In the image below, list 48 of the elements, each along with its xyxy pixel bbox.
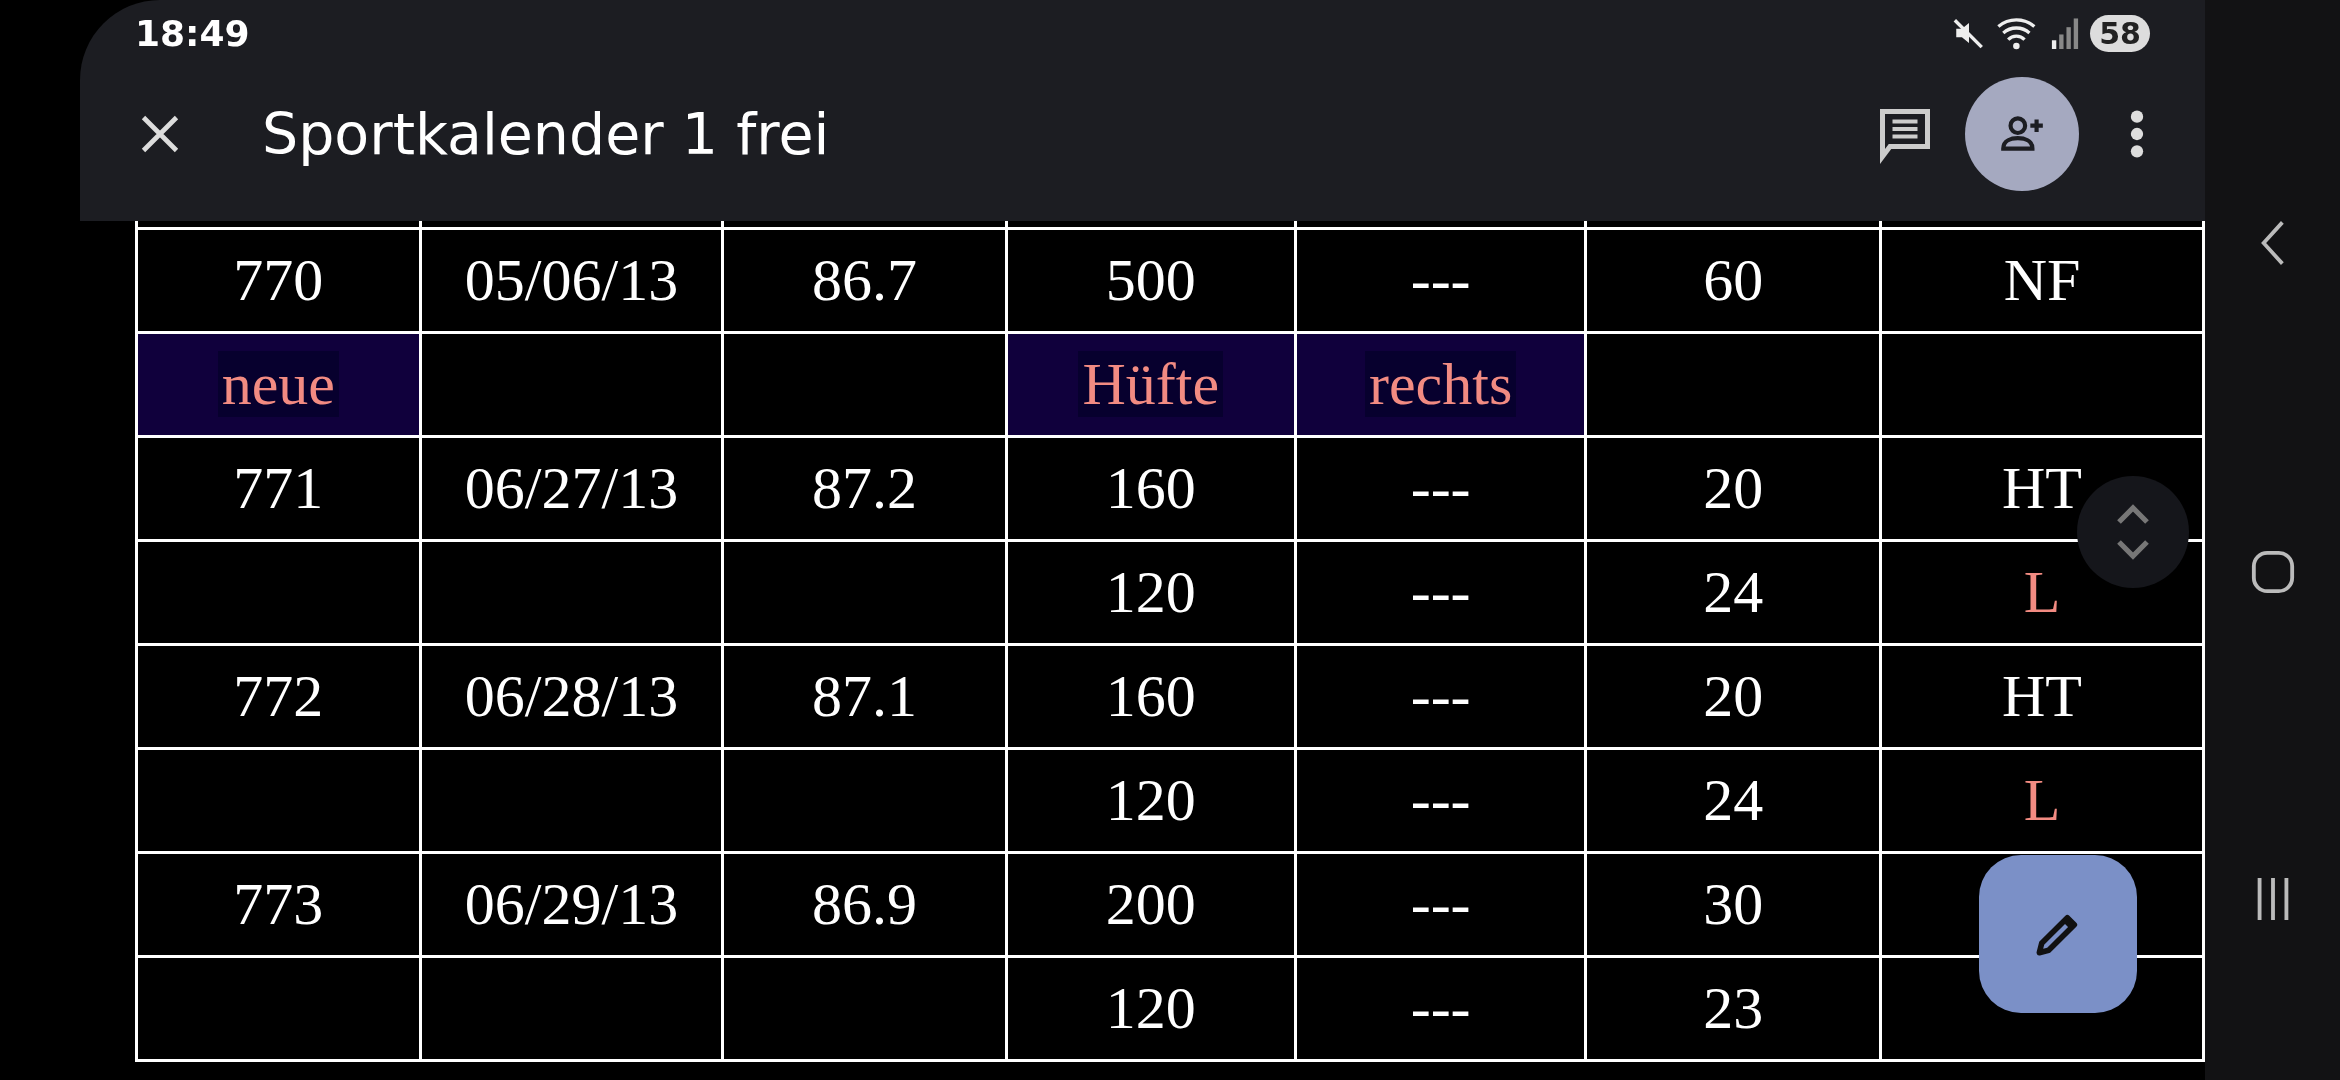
cell-text: 200 — [1105, 871, 1196, 937]
cell-text: 24 — [1703, 559, 1764, 625]
cell-text: rechts — [1365, 351, 1517, 417]
document-title: Sportkalender 1 frei — [262, 100, 830, 167]
cell-text: 120 — [1105, 767, 1196, 833]
cell-text: 06/28/13 — [464, 663, 679, 729]
more-icon[interactable] — [2129, 108, 2145, 159]
cell-text: 86.7 — [812, 247, 918, 313]
cell-text: --- — [1410, 247, 1471, 313]
cell-text: 60 — [1703, 247, 1764, 313]
edit-button[interactable] — [1979, 855, 2137, 1013]
cell-text: 770 — [233, 247, 324, 313]
cell-text: --- — [1410, 455, 1471, 521]
cell-text: L — [2023, 767, 2061, 833]
cell-text: 120 — [1105, 975, 1196, 1041]
cell-text: 772 — [233, 663, 324, 729]
cell-text: 06/27/13 — [464, 455, 679, 521]
cell-text: 30 — [1703, 871, 1764, 937]
cell-text: --- — [1410, 767, 1471, 833]
cell-text: 20 — [1703, 455, 1764, 521]
cell-text: 87.2 — [812, 455, 918, 521]
cell-text: L — [2023, 559, 2061, 625]
cell-text: 160 — [1105, 455, 1196, 521]
cell-text: --- — [1410, 871, 1471, 937]
cell-text: --- — [1410, 663, 1471, 729]
cell-text: 86.9 — [812, 871, 918, 937]
cell-text: 23 — [1703, 975, 1764, 1041]
cell-text: --- — [1410, 975, 1471, 1041]
cell-text: 20 — [1703, 663, 1764, 729]
cell-text: HT — [2002, 663, 2082, 729]
home-icon[interactable] — [2249, 549, 2296, 595]
cell-text: 500 — [1105, 247, 1196, 313]
status-time: 18:49 — [135, 12, 250, 54]
cell-text: 87.1 — [812, 663, 918, 729]
cell-text: 773 — [233, 871, 324, 937]
cell-text: 120 — [1105, 559, 1196, 625]
cell-text: 24 — [1703, 767, 1764, 833]
cell-text: 771 — [233, 455, 324, 521]
cell-text: 05/06/13 — [464, 247, 679, 313]
battery-level: 58 — [2090, 14, 2150, 52]
cell-text: Hüfte — [1078, 351, 1224, 417]
cell-text: 06/29/13 — [464, 871, 679, 937]
cell-text: HT — [2002, 455, 2082, 521]
cell-text: 160 — [1105, 663, 1196, 729]
cell-text: --- — [1410, 559, 1471, 625]
cell-text: neue — [217, 351, 339, 417]
cell-text: NF — [2003, 247, 2081, 313]
signal-icon — [2050, 17, 2081, 49]
